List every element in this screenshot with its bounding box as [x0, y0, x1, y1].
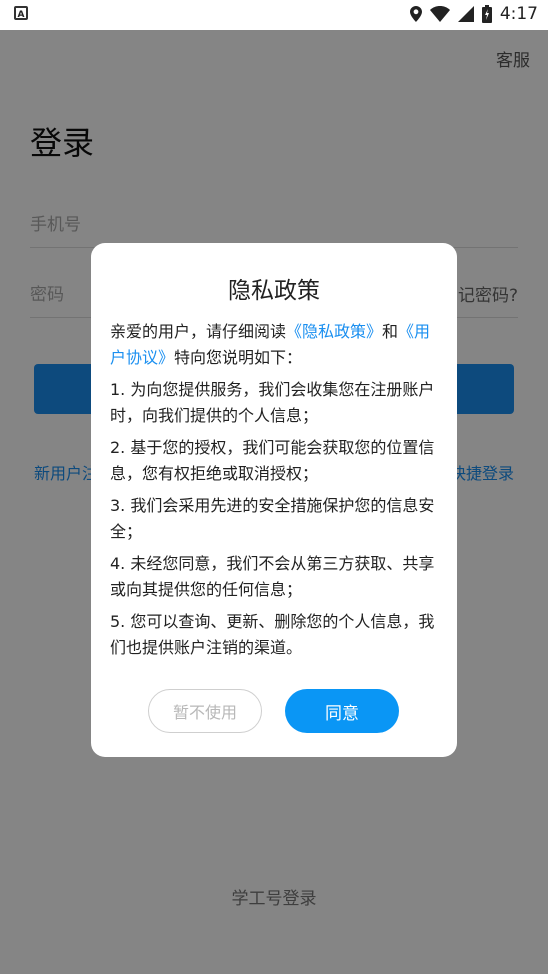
decline-button[interactable]: 暂不使用	[148, 689, 262, 733]
dialog-body: 亲爱的用户，请仔细阅读《隐私政策》和《用户协议》特向您说明如下： 1. 为向您提…	[110, 319, 440, 667]
screen: A 4:17 客服 登录 手机号 密码 记密码? 新用户注 快捷登录 学工号登录…	[0, 0, 548, 974]
intro-suffix: 特向您说明如下：	[174, 348, 303, 367]
intro-prefix: 亲爱的用户，请仔细阅读	[110, 322, 287, 341]
status-time: 4:17	[499, 4, 538, 24]
battery-icon	[481, 5, 492, 23]
a-icon: A	[14, 6, 28, 20]
dialog-intro: 亲爱的用户，请仔细阅读《隐私政策》和《用户协议》特向您说明如下：	[110, 319, 440, 371]
intro-and: 和	[382, 322, 399, 341]
status-right: 4:17	[409, 4, 538, 24]
policy-item: 4. 未经您同意，我们不会从第三方获取、共享或向其提供您的任何信息；	[110, 554, 435, 599]
wifi-icon	[429, 6, 450, 22]
privacy-dialog: 隐私政策 亲爱的用户，请仔细阅读《隐私政策》和《用户协议》特向您说明如下： 1.…	[91, 243, 457, 757]
policy-item: 1. 为向您提供服务，我们会收集您在注册账户时，向我们提供的个人信息；	[110, 380, 435, 425]
policy-item: 5. 您可以查询、更新、删除您的个人信息，我们也提供账户注销的渠道。	[110, 612, 435, 657]
location-icon	[409, 6, 422, 22]
status-left: A	[14, 6, 28, 20]
dialog-title: 隐私政策	[228, 278, 320, 304]
signal-icon	[457, 6, 474, 22]
policy-item: 3. 我们会采用先进的安全措施保护您的信息安全；	[110, 496, 435, 541]
policy-item: 2. 基于您的授权，我们可能会获取您的位置信息，您有权拒绝或取消授权；	[110, 438, 435, 483]
status-bar: A 4:17	[0, 0, 548, 30]
privacy-policy-link[interactable]: 《隐私政策》	[286, 322, 382, 341]
agree-button[interactable]: 同意	[285, 689, 399, 733]
